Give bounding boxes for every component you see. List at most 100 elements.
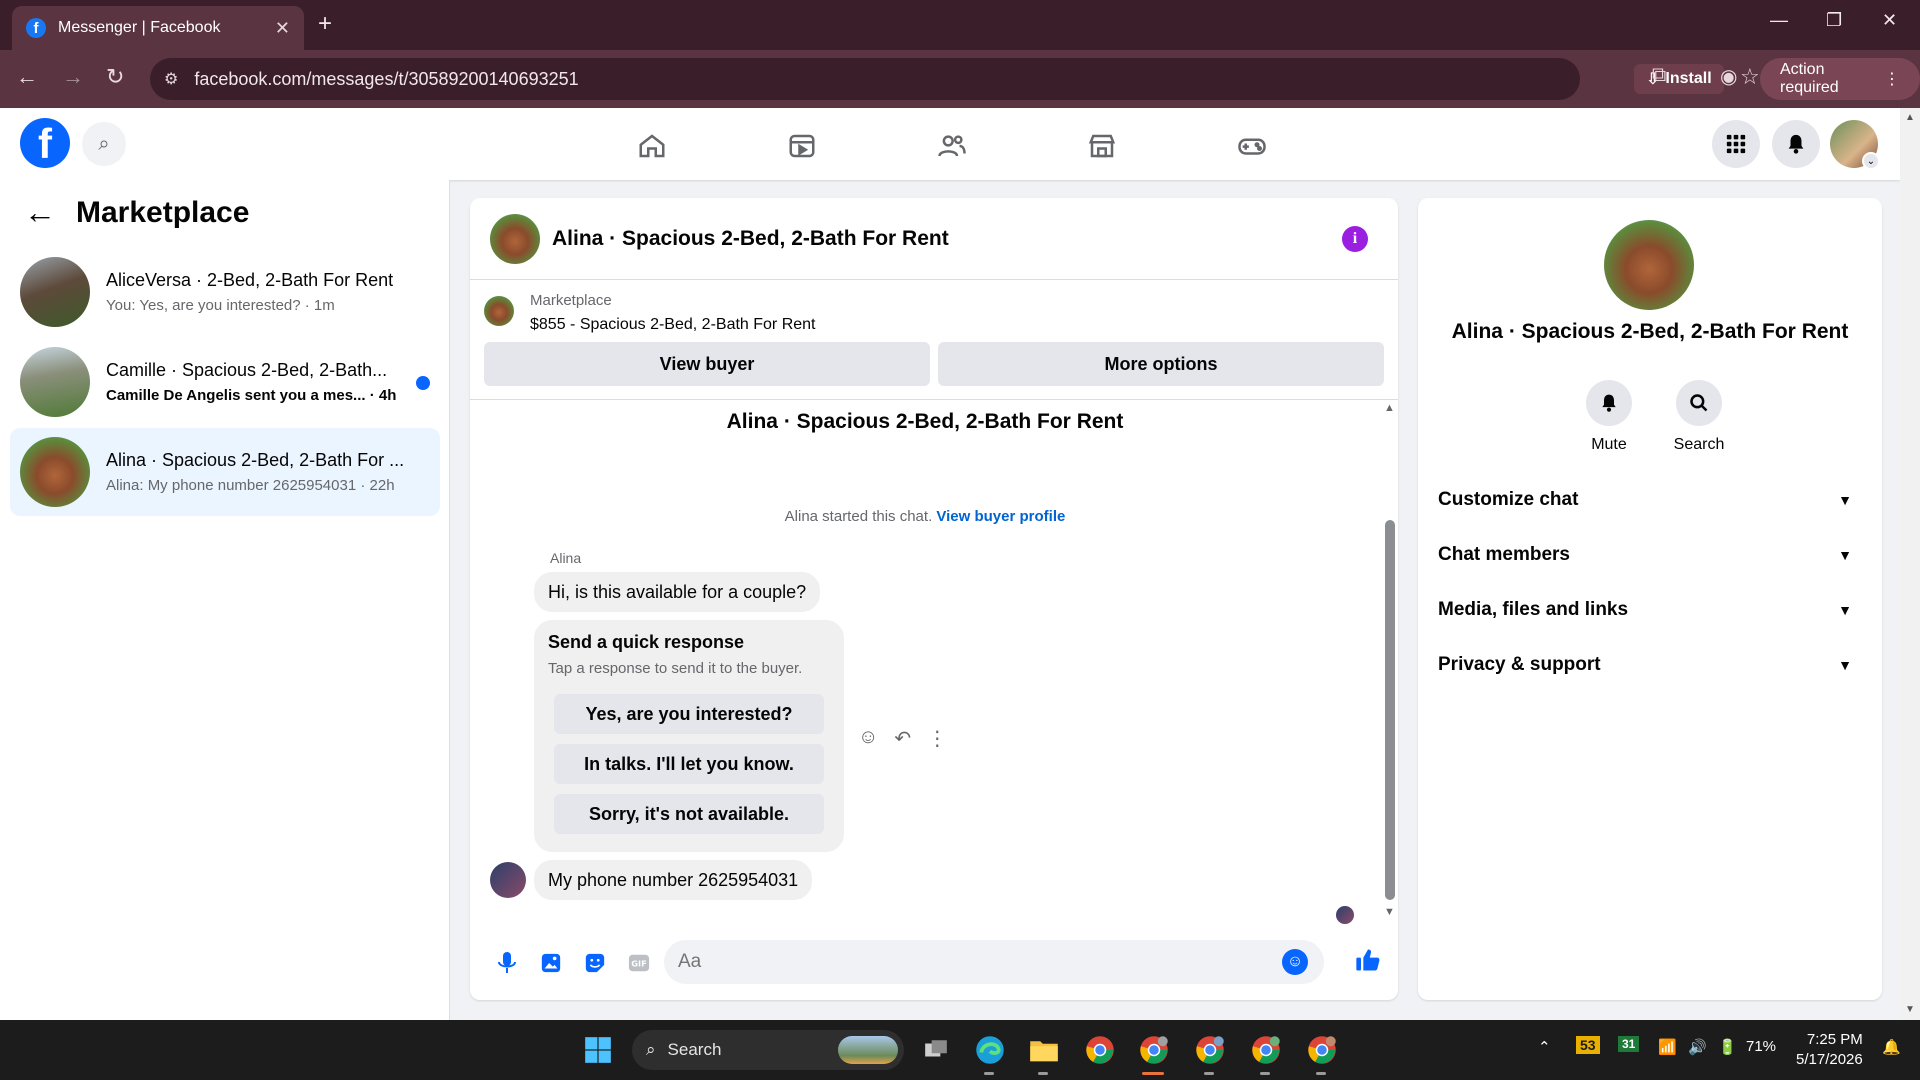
message-thread: Alina · Spacious 2-Bed, 2-Bath For Rent …: [470, 400, 1398, 924]
conversation-name: Camille · Spacious 2-Bed, 2-Bath...: [106, 360, 388, 380]
conversation-item[interactable]: Camille · Spacious 2-Bed, 2-Bath... Cami…: [10, 338, 440, 426]
view-buyer-profile-link[interactable]: View buyer profile: [936, 508, 1065, 525]
chrome-profile-icon[interactable]: [1194, 1034, 1226, 1066]
customize-chat-row[interactable]: Customize chat ▼: [1438, 476, 1862, 524]
profile-icon[interactable]: ◉: [1720, 64, 1737, 89]
home-icon[interactable]: [634, 128, 670, 164]
scroll-down-arrow-icon[interactable]: ▼: [1905, 1004, 1915, 1015]
emoji-picker-icon[interactable]: ☺: [1282, 949, 1308, 975]
chrome-profile-icon[interactable]: [1250, 1034, 1282, 1066]
quick-response-button[interactable]: Yes, are you interested?: [554, 694, 824, 734]
scroll-thumb[interactable]: [1385, 520, 1395, 900]
chat-panel: Alina · Spacious 2-Bed, 2-Bath For Rent …: [470, 198, 1398, 1000]
action-required-button[interactable]: Action required ⋮: [1760, 58, 1920, 100]
wifi-icon[interactable]: 📶: [1658, 1038, 1677, 1056]
weather-badge[interactable]: 53: [1576, 1036, 1600, 1054]
minimize-icon[interactable]: —: [1770, 10, 1788, 31]
url-bar[interactable]: ⚙ facebook.com/messages/t/30589200140693…: [150, 58, 1760, 100]
message-bubble[interactable]: My phone number 2625954031: [534, 860, 813, 900]
search-conversation-button[interactable]: Search: [1659, 380, 1739, 454]
microphone-icon[interactable]: [494, 950, 520, 976]
battery-icon[interactable]: 🔋: [1718, 1038, 1737, 1056]
info-icon[interactable]: i: [1342, 226, 1368, 252]
edge-browser-icon[interactable]: [974, 1034, 1006, 1066]
bookmark-star-icon[interactable]: ☆: [1740, 64, 1760, 90]
new-tab-icon[interactable]: +: [318, 10, 332, 38]
marketplace-icon[interactable]: [1084, 128, 1120, 164]
account-avatar[interactable]: ⌄: [1830, 120, 1880, 170]
mute-button[interactable]: Mute: [1569, 380, 1649, 454]
volume-icon[interactable]: 🔊: [1688, 1038, 1707, 1056]
chrome-profile-icon[interactable]: [1306, 1034, 1338, 1066]
system-clock[interactable]: 7:25 PM 5/17/2026: [1796, 1030, 1863, 1070]
video-icon[interactable]: [784, 128, 820, 164]
message-text-field[interactable]: [678, 951, 1258, 973]
sender-avatar[interactable]: [490, 862, 526, 898]
windows-start-icon[interactable]: [582, 1034, 614, 1066]
message-input[interactable]: ☺: [664, 940, 1324, 984]
marketplace-listing-bar: Marketplace $855 - Spacious 2-Bed, 2-Bat…: [470, 280, 1398, 400]
listing-price[interactable]: $855 - Spacious 2-Bed, 2-Bath For Rent: [530, 316, 816, 334]
taskbar-search[interactable]: ⌕ Search: [632, 1030, 904, 1070]
thread-scrollbar[interactable]: ▲ ▼: [1382, 400, 1396, 920]
calendar-badge[interactable]: 31: [1618, 1036, 1640, 1052]
page-scrollbar[interactable]: ▲ ▼: [1900, 108, 1920, 1020]
privacy-support-row[interactable]: Privacy & support ▼: [1438, 641, 1862, 689]
quick-response-subtitle: Tap a response to send it to the buyer.: [548, 660, 803, 677]
quick-response-button[interactable]: In talks. I'll let you know.: [554, 744, 824, 784]
listing-thumbnail[interactable]: [484, 296, 514, 326]
more-icon[interactable]: ⋮: [927, 726, 947, 751]
scroll-up-arrow-icon[interactable]: ▲: [1384, 402, 1395, 414]
url-text: facebook.com/messages/t/3058920014069325…: [194, 68, 579, 89]
running-app-indicator: [1316, 1072, 1326, 1075]
reload-icon[interactable]: ↻: [106, 64, 124, 90]
chat-avatar[interactable]: [490, 213, 540, 264]
more-options-button[interactable]: More options: [938, 342, 1384, 386]
restore-icon[interactable]: ❐: [1826, 10, 1842, 31]
forward-icon[interactable]: →: [62, 64, 84, 90]
scroll-down-arrow-icon[interactable]: ▼: [1384, 906, 1395, 918]
screen-search-icon[interactable]: ⧉: [1652, 64, 1666, 87]
show-hidden-icons-icon[interactable]: ⌃: [1538, 1038, 1551, 1056]
quick-response-title: Send a quick response: [548, 632, 745, 652]
chrome-icon[interactable]: [1084, 1034, 1116, 1066]
view-buyer-button[interactable]: View buyer: [484, 342, 930, 386]
install-button[interactable]: ⇩ Install: [1634, 64, 1724, 94]
quick-response-button[interactable]: Sorry, it's not available.: [554, 794, 824, 834]
scroll-up-arrow-icon[interactable]: ▲: [1905, 112, 1915, 123]
chrome-profile-icon[interactable]: [1138, 1034, 1170, 1066]
browser-tab[interactable]: f Messenger | Facebook ✕: [12, 6, 304, 50]
close-tab-icon[interactable]: ✕: [275, 18, 290, 39]
install-label: Install: [1665, 70, 1712, 87]
running-app-indicator: [1204, 1072, 1214, 1075]
message-bubble[interactable]: Hi, is this available for a couple?: [534, 572, 821, 612]
search-label: Search: [1673, 436, 1725, 453]
file-explorer-icon[interactable]: [1028, 1034, 1060, 1066]
back-icon[interactable]: ←: [16, 64, 38, 90]
friends-icon[interactable]: [934, 128, 970, 164]
site-settings-icon[interactable]: ⚙: [164, 69, 178, 89]
back-arrow-icon[interactable]: ←: [24, 194, 56, 231]
search-icon[interactable]: ⌕: [82, 122, 126, 166]
gaming-icon[interactable]: [1234, 128, 1270, 164]
conversation-item[interactable]: Alina · Spacious 2-Bed, 2-Bath For ... A…: [10, 428, 440, 516]
chat-title[interactable]: Alina · Spacious 2-Bed, 2-Bath For Rent: [552, 227, 949, 251]
profile-avatar[interactable]: [1604, 220, 1694, 310]
notification-center-icon[interactable]: 🔔: [1882, 1038, 1901, 1056]
thumbs-up-like-icon[interactable]: [1354, 946, 1382, 981]
close-window-icon[interactable]: ✕: [1882, 10, 1897, 31]
sticker-icon[interactable]: [582, 950, 608, 976]
react-emoji-icon[interactable]: ☺: [858, 726, 878, 751]
media-files-links-row[interactable]: Media, files and links ▼: [1438, 586, 1862, 634]
menu-grid-icon[interactable]: [1712, 120, 1760, 168]
gif-icon[interactable]: GIF: [626, 950, 652, 976]
notifications-bell-icon[interactable]: [1772, 120, 1820, 168]
conversation-item[interactable]: AliceVersa · 2-Bed, 2-Bath For Rent You:…: [10, 248, 440, 336]
task-view-icon[interactable]: [920, 1034, 952, 1066]
reply-icon[interactable]: ↶: [894, 726, 911, 751]
facebook-logo-icon[interactable]: f: [20, 118, 70, 168]
photo-icon[interactable]: [538, 950, 564, 976]
chat-members-row[interactable]: Chat members ▼: [1438, 531, 1862, 579]
running-app-indicator: [1260, 1072, 1270, 1075]
svg-text:GIF: GIF: [631, 959, 646, 969]
